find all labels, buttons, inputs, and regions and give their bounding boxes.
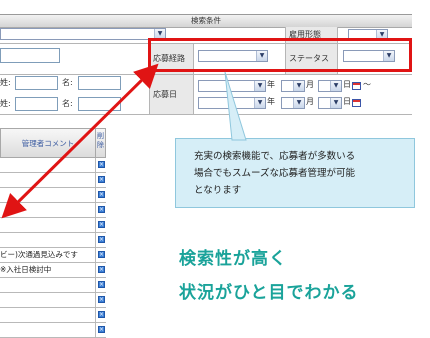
- double-arrow: [1, 63, 159, 219]
- callout-pointer: [224, 71, 247, 141]
- headline-line-2: 状況がひと目でわかる: [179, 283, 359, 303]
- headline-line-1: 検索性が高く: [179, 249, 287, 269]
